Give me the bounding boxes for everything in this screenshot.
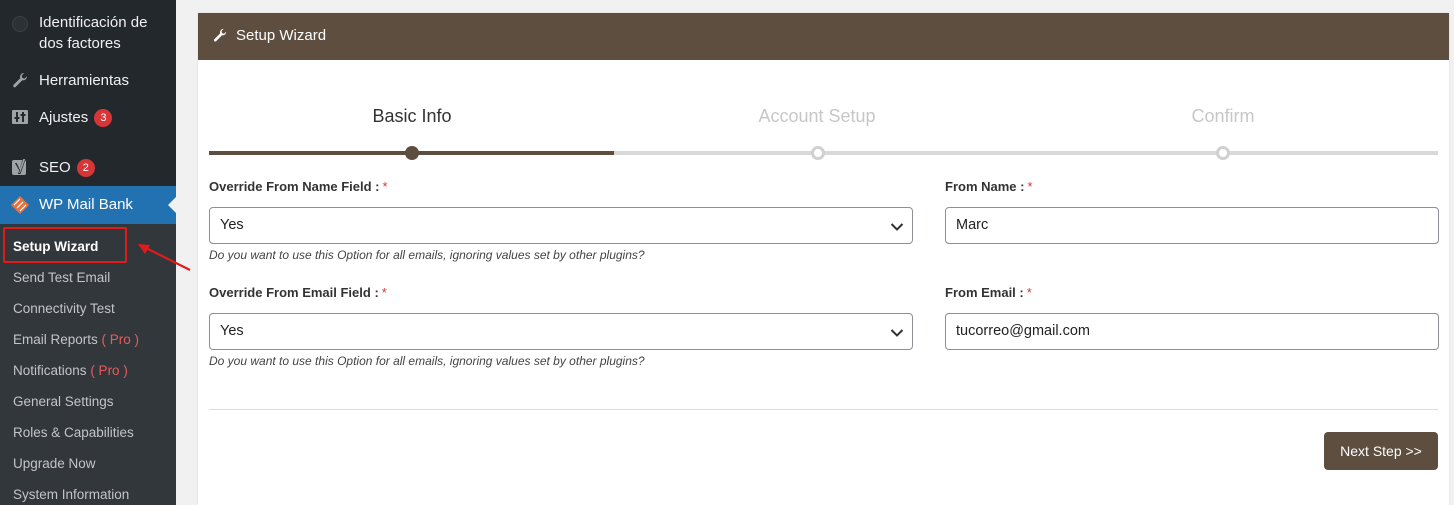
override-name-help: Do you want to use this Option for all e…: [209, 248, 645, 262]
settings-sliders-icon: [10, 107, 30, 127]
from-name-input[interactable]: Marc: [945, 207, 1439, 244]
menu-label-two-factor-line1: Identificación de: [39, 14, 148, 31]
required-mark: *: [1027, 179, 1033, 194]
panel-header: Setup Wizard: [198, 13, 1449, 60]
menu-label-two-factor-line2: dos factores: [39, 35, 121, 52]
submenu-email-reports[interactable]: Email Reports ( Pro ): [13, 332, 139, 347]
step-label-basic-info: Basic Info: [372, 106, 452, 126]
menu-label-wp-mail-bank: WP Mail Bank: [39, 196, 133, 213]
pro-tag: ( Pro ): [101, 332, 140, 347]
annotation-arrow-icon: [138, 244, 191, 271]
yoast-seo-icon: [10, 157, 30, 177]
step-label-confirm: Confirm: [1191, 106, 1255, 126]
two-factor-icon: [10, 14, 30, 34]
menu-item-wp-mail-bank[interactable]: WP Mail Bank: [0, 186, 176, 224]
required-mark: *: [1026, 285, 1032, 300]
step-dot-account-setup: [811, 146, 825, 160]
from-name-value: Marc: [956, 217, 989, 233]
submenu-roles-capabilities[interactable]: Roles & Capabilities: [13, 425, 134, 440]
page-title: Setup Wizard: [236, 27, 327, 44]
override-email-label: Override From Email Field : *: [209, 285, 387, 300]
submenu-upgrade-now[interactable]: Upgrade Now: [13, 456, 96, 471]
override-name-select[interactable]: Yes: [209, 207, 913, 244]
step-dot-confirm: [1216, 146, 1230, 160]
required-mark: *: [382, 179, 388, 194]
next-step-button[interactable]: Next Step >>: [1324, 432, 1438, 470]
override-name-label-text: Override From Name Field :: [209, 179, 380, 194]
override-email-label-text: Override From Email Field :: [209, 285, 379, 300]
menu-item-seo[interactable]: SEO 2: [0, 157, 176, 179]
annotation-highlight-box: [3, 227, 127, 263]
menu-label-ajustes: Ajustes: [39, 109, 89, 126]
chevron-down-icon: [890, 220, 904, 236]
seo-count-badge: 2: [76, 159, 95, 177]
override-email-select[interactable]: Yes: [209, 313, 913, 350]
from-name-label: From Name : *: [945, 179, 1033, 194]
menu-item-ajustes[interactable]: Ajustes 3: [0, 107, 176, 129]
pro-tag: ( Pro ): [90, 363, 128, 378]
from-email-value: tucorreo@gmail.com: [956, 323, 1090, 339]
from-email-input[interactable]: tucorreo@gmail.com: [945, 313, 1439, 350]
chevron-down-icon: [890, 326, 904, 342]
mail-bank-icon: [10, 195, 30, 220]
submenu-send-test-email[interactable]: Send Test Email: [13, 270, 110, 285]
submenu-notifications[interactable]: Notifications ( Pro ): [13, 363, 128, 378]
wrench-icon: [10, 70, 30, 90]
step-dot-basic-info: [405, 146, 419, 160]
from-email-label-text: From Email :: [945, 285, 1024, 300]
override-email-help: Do you want to use this Option for all e…: [209, 354, 645, 368]
menu-item-herramientas[interactable]: Herramientas: [0, 70, 176, 92]
submenu-general-settings[interactable]: General Settings: [13, 394, 114, 409]
submenu-system-information[interactable]: System Information: [13, 487, 129, 502]
required-mark: *: [381, 285, 387, 300]
override-name-value: Yes: [220, 217, 244, 233]
step-label-account-setup: Account Setup: [758, 106, 876, 126]
from-name-label-text: From Name :: [945, 179, 1025, 194]
from-email-label: From Email : *: [945, 285, 1032, 300]
form-divider: [209, 409, 1438, 410]
submenu-label-notifications: Notifications: [13, 363, 87, 378]
submenu-connectivity-test[interactable]: Connectivity Test: [13, 301, 115, 316]
wrench-icon: [212, 27, 228, 47]
override-email-value: Yes: [220, 323, 244, 339]
menu-label-herramientas: Herramientas: [39, 72, 130, 89]
menu-item-two-factor[interactable]: Identificación de dos factores: [0, 12, 176, 56]
submenu-label-email-reports: Email Reports: [13, 332, 98, 347]
ajustes-count-badge: 3: [94, 109, 113, 127]
override-name-label: Override From Name Field : *: [209, 179, 388, 194]
menu-label-seo: SEO: [39, 159, 71, 176]
